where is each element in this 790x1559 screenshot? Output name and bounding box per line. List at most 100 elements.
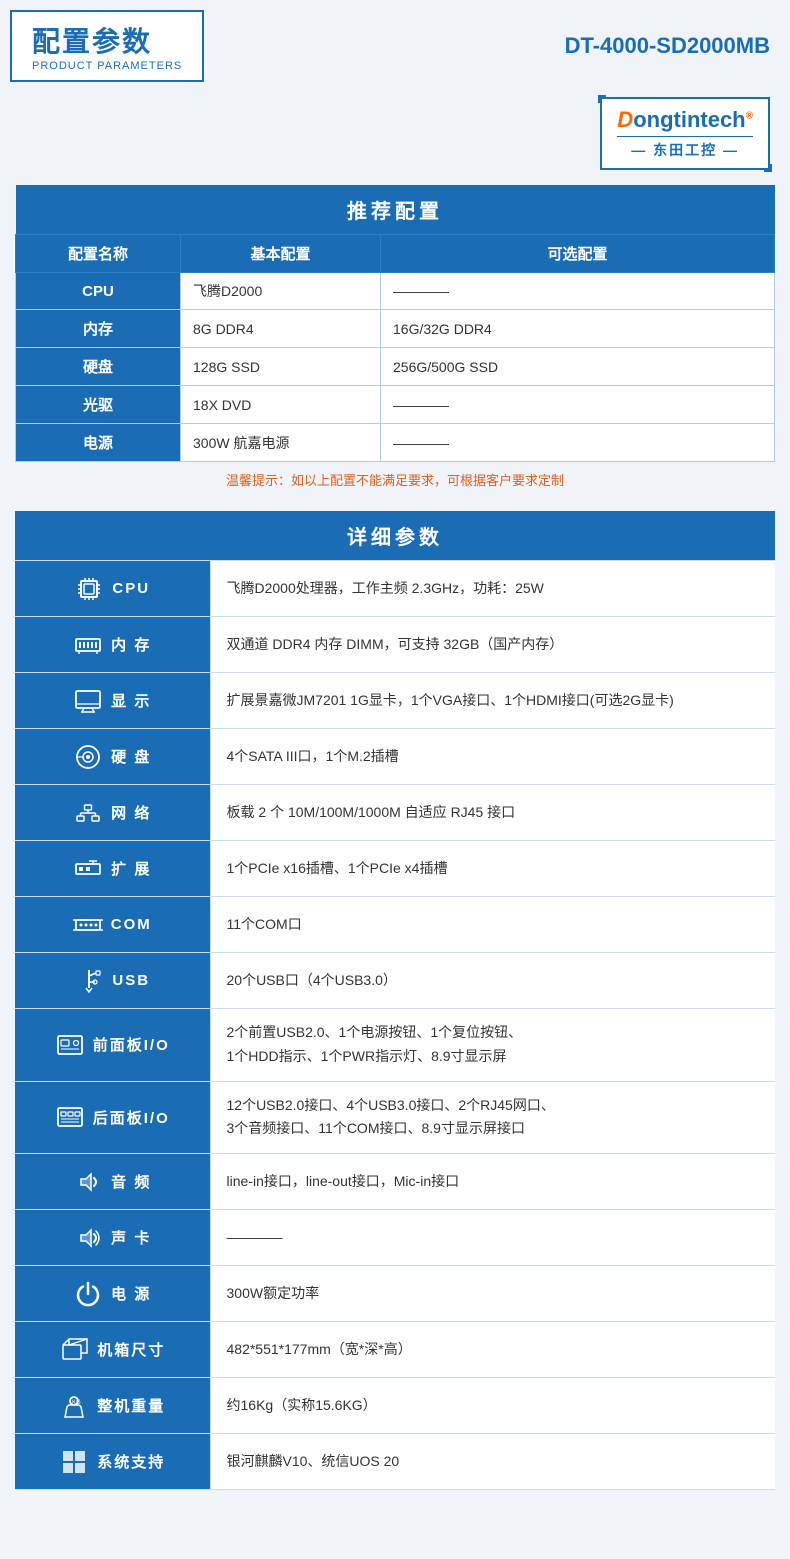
detail-value-os: 银河麒麟V10、统信UOS 20 [210,1434,775,1490]
recommend-title: 推荐配置 [16,185,775,235]
front-io-label-text: 前面板I/O [93,1034,170,1055]
recommend-header-row: 配置名称 基本配置 可选配置 [16,235,775,273]
recommend-optional-dvd: ———— [381,386,775,424]
audio-label-text: 音 频 [111,1171,151,1192]
display-label-text: 显 示 [111,690,151,711]
detail-row-hdd: 硬 盘 4个SATA III口，1个M.2插槽 [15,729,775,785]
chassis-label-text: 机箱尺寸 [97,1339,165,1360]
detail-row-power: 电 源 300W额定功率 [15,1266,775,1322]
expand-label-text: 扩 展 [111,858,151,879]
detail-row-front-io: 前面板I/O 2个前置USB2.0、1个电源按钮、1个复位按钮、1个HDD指示、… [15,1009,775,1082]
detail-value-cpu: 飞腾D2000处理器，工作主频 2.3GHz，功耗：25W [210,561,775,617]
detail-label-display: 显 示 [15,673,210,729]
title-box: 配置参数 PRODUCT PARAMETERS [10,10,204,82]
detail-value-power: 300W额定功率 [210,1266,775,1322]
os-label-text: 系统支持 [97,1451,165,1472]
network-label-text: 网 络 [111,802,151,823]
page-subtitle: PRODUCT PARAMETERS [32,60,182,72]
detail-label-memory: 内 存 [15,617,210,673]
detail-title-row: 详细参数 [15,511,775,561]
col-basic-header: 基本配置 [181,235,381,273]
detail-row-memory: 内 存 双通道 DDR4 内存 DIMM，可支持 32GB（国产内存） [15,617,775,673]
detail-row-os: 系统支持 银河麒麟V10、统信UOS 20 [15,1434,775,1490]
memory-label-text: 内 存 [111,634,151,655]
detail-label-soundcard: 声 卡 [15,1210,210,1266]
recommend-optional-cpu: ———— [381,273,775,310]
detail-title: 详细参数 [15,511,775,561]
recommend-row-power: 电源 300W 航嘉电源 ———— [16,424,775,462]
model-number: DT-4000-SD2000MB [565,33,770,59]
memory-icon [73,630,103,660]
power-icon [73,1279,103,1309]
recommend-optional-power: ———— [381,424,775,462]
detail-row-com: COM 11个COM口 [15,897,775,953]
detail-label-expand: 扩 展 [15,841,210,897]
detail-row-usb: USB 20个USB口（4个USB3.0） [15,953,775,1009]
detail-row-soundcard: 声 卡 ———— [15,1210,775,1266]
recommend-section: 推荐配置 配置名称 基本配置 可选配置 CPU 飞腾D2000 ———— 内存 … [15,185,775,501]
weight-icon: KG [59,1391,89,1421]
usb-icon [74,966,104,996]
hdd-label-text: 硬 盘 [111,746,151,767]
recommend-title-row: 推荐配置 [16,185,775,235]
col-optional-header: 可选配置 [381,235,775,273]
os-icon [59,1447,89,1477]
detail-row-chassis: 机箱尺寸 482*551*177mm（宽*深*高） [15,1322,775,1378]
detail-row-back-io: 后面板I/O 12个USB2.0接口、4个USB3.0接口、2个RJ45网口、3… [15,1081,775,1154]
detail-value-soundcard: ———— [210,1210,775,1266]
page-title: 配置参数 [32,20,182,60]
header: 配置参数 PRODUCT PARAMETERS DT-4000-SD2000MB [0,0,790,92]
detail-label-usb: USB [15,953,210,1009]
detail-label-com: COM [15,897,210,953]
detail-row-expand: 扩 展 1个PCIe x16插槽、1个PCIe x4插槽 [15,841,775,897]
weight-label-text: 整机重量 [97,1395,165,1416]
com-label-text: COM [111,916,152,933]
network-icon [73,798,103,828]
detail-label-os: 系统支持 [15,1434,210,1490]
recommend-basic-power: 300W 航嘉电源 [181,424,381,462]
logo-chinese-text: — 东田工控 — [631,140,739,160]
logo-area: Dongtintech® — 东田工控 — [0,92,790,185]
recommend-label-dvd: 光驱 [16,386,181,424]
recommend-label-hdd: 硬盘 [16,348,181,386]
detail-row-weight: KG 整机重量 约16Kg（实称15.6KG） [15,1378,775,1434]
recommend-row-hdd: 硬盘 128G SSD 256G/500G SSD [16,348,775,386]
detail-row-cpu: CPU 飞腾D2000处理器，工作主频 2.3GHz，功耗：25W [15,561,775,617]
front-panel-icon [55,1030,85,1060]
cpu-label-text: CPU [112,580,150,597]
audio-icon [73,1167,103,1197]
recommend-label-memory: 内存 [16,310,181,348]
detail-value-usb: 20个USB口（4个USB3.0） [210,953,775,1009]
detail-label-front-io: 前面板I/O [15,1009,210,1082]
detail-section: 详细参数 [15,511,775,1490]
detail-label-cpu: CPU [15,561,210,617]
recommend-label-power: 电源 [16,424,181,462]
detail-value-chassis: 482*551*177mm（宽*深*高） [210,1322,775,1378]
detail-row-network: 网 络 板载 2 个 10M/100M/1000M 自适应 RJ45 接口 [15,785,775,841]
detail-label-power: 电 源 [15,1266,210,1322]
recommend-basic-hdd: 128G SSD [181,348,381,386]
detail-value-front-io: 2个前置USB2.0、1个电源按钮、1个复位按钮、1个HDD指示、1个PWR指示… [210,1009,775,1082]
detail-row-audio: 音 频 line-in接口，line-out接口，Mic-in接口 [15,1154,775,1210]
detail-value-hdd: 4个SATA III口，1个M.2插槽 [210,729,775,785]
soundcard-icon [73,1223,103,1253]
recommend-row-cpu: CPU 飞腾D2000 ———— [16,273,775,310]
display-icon [73,686,103,716]
detail-label-weight: KG 整机重量 [15,1378,210,1434]
hdd-icon [73,742,103,772]
detail-label-network: 网 络 [15,785,210,841]
recommend-basic-memory: 8G DDR4 [181,310,381,348]
back-io-label-text: 后面板I/O [93,1107,170,1128]
expand-icon [73,854,103,884]
recommend-row-dvd: 光驱 18X DVD ———— [16,386,775,424]
usb-label-text: USB [112,972,150,989]
recommend-basic-cpu: 飞腾D2000 [181,273,381,310]
brand-logo: Dongtintech® — 东田工控 — [600,97,770,170]
recommend-optional-hdd: 256G/500G SSD [381,348,775,386]
detail-label-hdd: 硬 盘 [15,729,210,785]
recommend-label-cpu: CPU [16,273,181,310]
logo-brand-text: Dongtintech® [617,107,753,133]
back-panel-icon [55,1102,85,1132]
detail-value-com: 11个COM口 [210,897,775,953]
recommend-basic-dvd: 18X DVD [181,386,381,424]
